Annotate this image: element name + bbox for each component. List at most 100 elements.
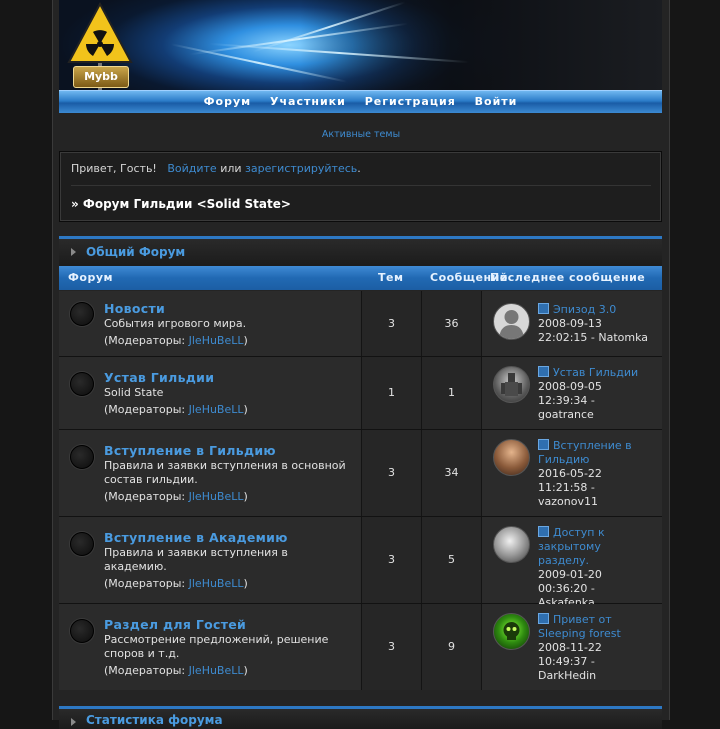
moderators-label: (Модераторы:: [104, 664, 186, 677]
last-post-info: Привет от Sleeping forest 2008-11-22 10:…: [493, 613, 653, 683]
topics-count: 3: [388, 640, 395, 653]
posts-count: 9: [448, 640, 455, 653]
topics-count: 1: [388, 386, 395, 399]
nav-login-link[interactable]: Войти: [475, 95, 518, 108]
moderators-label: (Модераторы:: [104, 577, 186, 590]
table-row: Раздел для Гостей Рассмотрение предложен…: [59, 604, 662, 690]
posts-count: 34: [444, 466, 459, 479]
forum-cell: Вступление в Гильдию Правила и заявки вс…: [59, 430, 362, 516]
posts-cell: 5: [422, 517, 482, 603]
forum-moderators: (Модераторы: JleHuBeLL): [104, 334, 248, 347]
forum-moderators: (Модераторы: JleHuBeLL): [104, 490, 248, 503]
goto-post-icon[interactable]: [538, 366, 549, 377]
moderator-link[interactable]: JleHuBeLL: [189, 664, 244, 677]
page-container: Mybb Форум Участники Регистрация Войти А…: [52, 0, 670, 729]
nav-members-link[interactable]: Участники: [270, 95, 346, 108]
login-link[interactable]: Войдите: [167, 162, 216, 175]
last-post-info: Доступ к закрытому разделу. 2009-01-20 0…: [493, 526, 653, 610]
moderator-link[interactable]: JleHuBeLL: [189, 490, 244, 503]
table-row: Устав Гильдии Solid State (Модераторы: J…: [59, 357, 662, 430]
divider: [71, 185, 651, 186]
collapse-arrow-icon[interactable]: [71, 248, 76, 256]
last-post-title-link[interactable]: Эпизод 3.0: [553, 303, 616, 316]
forum-cell: Раздел для Гостей Рассмотрение предложен…: [59, 604, 362, 690]
forum-status-icon: [70, 619, 94, 643]
last-post-cell: Привет от Sleeping forest 2008-11-22 10:…: [482, 604, 662, 690]
active-topics-link[interactable]: Активные темы: [53, 129, 669, 140]
last-post-time-author: 10:49:37 - DarkHedin: [538, 655, 597, 682]
nav-register-link[interactable]: Регистрация: [365, 95, 456, 108]
period-text: .: [357, 162, 361, 175]
forum-title-link[interactable]: Вступление в Гильдию: [104, 443, 276, 458]
forum-description: Рассмотрение предложений, решение споров…: [104, 633, 329, 660]
topics-count: 3: [388, 317, 395, 330]
stats-header[interactable]: Статистика форума: [59, 706, 662, 729]
forum-description: Правила и заявки вступления в академию.: [104, 546, 288, 573]
last-post-date: 2008-11-22: [538, 641, 602, 654]
last-post-title-link[interactable]: Вступление в Гильдию: [538, 439, 632, 466]
forum-title-link[interactable]: Устав Гильдии: [104, 370, 214, 385]
table-row: Вступление в Гильдию Правила и заявки вс…: [59, 430, 662, 517]
moderators-close: ): [243, 334, 248, 347]
moderator-link[interactable]: JleHuBeLL: [189, 403, 244, 416]
last-post-title-link[interactable]: Привет от Sleeping forest: [538, 613, 621, 640]
register-link[interactable]: зарегистрируйтесь: [245, 162, 357, 175]
topics-cell: 1: [362, 357, 422, 429]
column-last-post: Последнее сообщение: [490, 271, 646, 284]
moderator-link[interactable]: JleHuBeLL: [189, 334, 244, 347]
collapse-arrow-icon[interactable]: [71, 718, 76, 726]
goto-post-icon[interactable]: [538, 439, 549, 450]
category-title[interactable]: Общий Форум: [86, 245, 185, 259]
posts-cell: 1: [422, 357, 482, 429]
forum-title-link[interactable]: Новости: [104, 301, 165, 316]
topics-cell: 3: [362, 604, 422, 690]
goto-post-icon[interactable]: [538, 613, 549, 624]
last-post-time-author: 11:21:58 - vazonov11: [538, 481, 598, 508]
last-post-date: 2008-09-13: [538, 317, 602, 330]
last-post-cell: Эпизод 3.0 2008-09-13 22:02:15 - Natomka: [482, 291, 662, 356]
nav-forum-link[interactable]: Форум: [204, 95, 252, 108]
moderators-close: ): [243, 664, 248, 677]
topics-count: 3: [388, 553, 395, 566]
moderators-close: ): [243, 577, 248, 590]
logo-badge[interactable]: Mybb: [73, 66, 129, 88]
forum-description: События игрового мира.: [104, 317, 247, 330]
last-post-date: 2008-09-05: [538, 380, 602, 393]
posts-count: 5: [448, 553, 455, 566]
greeting-text: Привет, Гость!: [71, 162, 157, 175]
welcome-box: Привет, Гость! Войдите или зарегистрируй…: [59, 151, 662, 222]
forum-cell: Устав Гильдии Solid State (Модераторы: J…: [59, 357, 362, 429]
last-post-cell: Устав Гильдии 2008-09-05 12:39:34 - goat…: [482, 357, 662, 429]
posts-cell: 36: [422, 291, 482, 356]
moderators-close: ): [243, 403, 248, 416]
forum-status-icon: [70, 532, 94, 556]
table-row: Вступление в Академию Правила и заявки в…: [59, 517, 662, 609]
topics-cell: 3: [362, 430, 422, 516]
table-row: Новости События игрового мира. (Модерато…: [59, 291, 662, 357]
column-forum: Форум: [68, 271, 114, 284]
goto-post-icon[interactable]: [538, 303, 549, 314]
forum-moderators: (Модераторы: JleHuBeLL): [104, 403, 248, 416]
breadcrumb[interactable]: » Форум Гильдии <Solid State>: [71, 197, 291, 211]
stats-title[interactable]: Статистика форума: [86, 713, 223, 727]
main-nav: Форум Участники Регистрация Войти: [59, 90, 662, 113]
forum-description: Solid State: [104, 386, 164, 399]
forum-title-link[interactable]: Вступление в Академию: [104, 530, 288, 545]
last-post-info: Устав Гильдии 2008-09-05 12:39:34 - goat…: [493, 366, 653, 422]
moderators-label: (Модераторы:: [104, 334, 186, 347]
table-header: Форум Тем Сообщений Последнее сообщение: [59, 266, 662, 290]
moderator-link[interactable]: JleHuBeLL: [189, 577, 244, 590]
forum-title-link[interactable]: Раздел для Гостей: [104, 617, 246, 632]
header-banner: Mybb: [59, 0, 662, 90]
forum-cell: Новости События игрового мира. (Модерато…: [59, 291, 362, 356]
last-post-time-author: 12:39:34 - goatrance: [538, 394, 595, 421]
last-post-title-link[interactable]: Устав Гильдии: [553, 366, 638, 379]
moderators-close: ): [243, 490, 248, 503]
moderators-label: (Модераторы:: [104, 490, 186, 503]
posts-count: 36: [444, 317, 459, 330]
greeting-line: Привет, Гость! Войдите или зарегистрируй…: [71, 162, 361, 175]
category-header[interactable]: Общий Форум: [59, 236, 662, 268]
last-post-time-author: 22:02:15 - Natomka: [538, 331, 649, 344]
goto-post-icon[interactable]: [538, 526, 549, 537]
forum-status-icon: [70, 445, 94, 469]
